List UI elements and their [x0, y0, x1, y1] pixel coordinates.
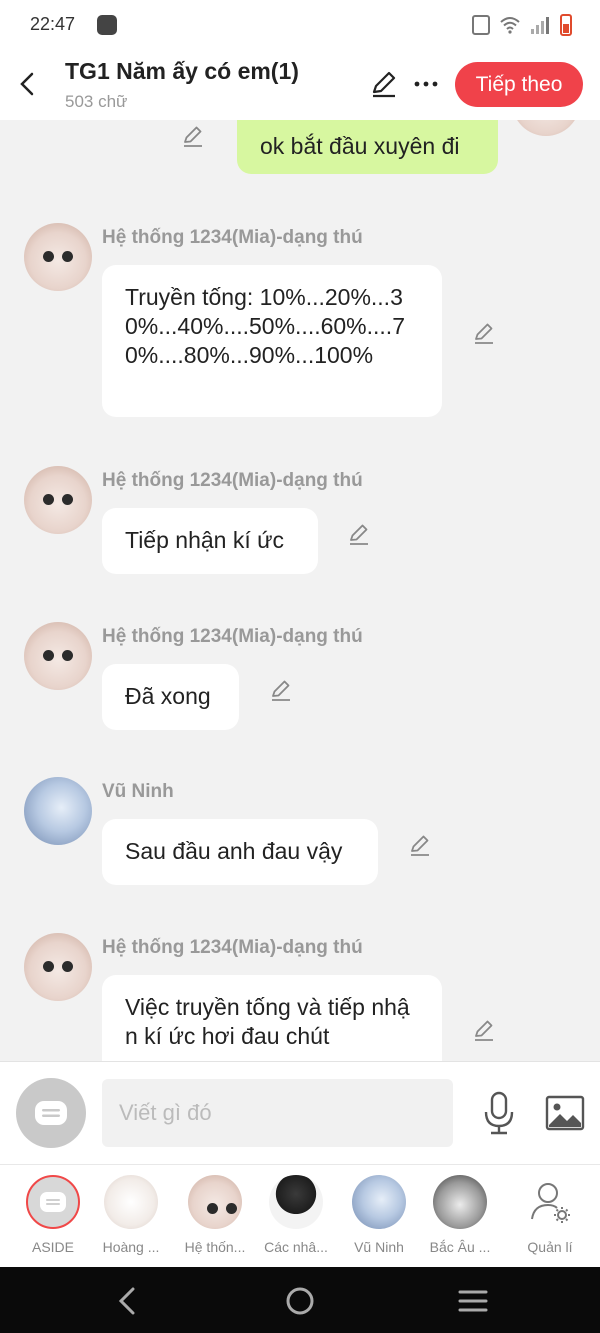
nav-home-button[interactable]: [280, 1281, 320, 1321]
image-upload-button[interactable]: [545, 1094, 585, 1132]
microphone-icon: [484, 1091, 514, 1135]
composer: [0, 1061, 600, 1164]
system-nav-bar: [0, 1267, 600, 1333]
message-bubble[interactable]: Đã xong: [102, 664, 239, 730]
word-count: 503 chữ: [65, 92, 128, 111]
edit-message-button[interactable]: [268, 677, 294, 703]
character-avatar: [269, 1175, 323, 1229]
character-item[interactable]: Hoàng ...: [93, 1175, 169, 1265]
edit-title-button[interactable]: [368, 68, 400, 100]
character-item[interactable]: Vũ Ninh: [341, 1175, 417, 1265]
next-button[interactable]: Tiếp theo: [455, 62, 583, 107]
message-input[interactable]: [102, 1079, 453, 1147]
menu-icon: [458, 1290, 488, 1312]
edit-message-button[interactable]: [180, 123, 206, 149]
chat-bubble-icon: [35, 1101, 67, 1125]
character-label: Hoàng ...: [102, 1239, 160, 1255]
image-icon: [545, 1095, 585, 1131]
user-settings-icon: [531, 1183, 570, 1223]
character-label: Vũ Ninh: [354, 1239, 404, 1255]
message-bubble[interactable]: Việc truyền tống và tiếp nhận kí ức hơi …: [102, 975, 442, 1061]
character-label: Các nhâ...: [264, 1239, 328, 1255]
pencil-icon: [475, 323, 493, 344]
character-label: Quản lí: [527, 1239, 573, 1255]
sender-name: Vũ Ninh: [102, 781, 174, 802]
pencil-icon: [350, 524, 368, 545]
character-label: Bắc Âu ...: [429, 1239, 491, 1255]
edit-message-button[interactable]: [471, 320, 497, 346]
message-bubble[interactable]: ok bắt đầu xuyên đi: [237, 120, 498, 174]
wifi-icon: [500, 17, 520, 34]
more-options-button[interactable]: [410, 68, 442, 100]
character-item[interactable]: Hệ thốn...: [177, 1175, 253, 1265]
character-label: ASIDE: [31, 1239, 74, 1255]
message-bubble[interactable]: Truyền tống: 10%...20%...30%...40%....50…: [102, 265, 442, 417]
sender-name: Hệ thống 1234(Mia)-dạng thú: [102, 470, 363, 491]
character-item[interactable]: Các nhâ...: [258, 1175, 334, 1265]
nav-menu-button[interactable]: [453, 1281, 493, 1321]
chat-header: TG1 Năm ấy có em(1) 503 chữ Tiếp theo: [0, 52, 600, 120]
pencil-icon: [272, 680, 290, 701]
user-avatar: [512, 120, 580, 136]
pencil-icon: [372, 71, 396, 98]
pencil-icon: [475, 1020, 493, 1041]
chevron-left-icon: [20, 72, 34, 96]
character-avatar: [104, 1175, 158, 1229]
status-bar: 22:47: [0, 0, 600, 52]
character-bar: ASIDE Hoàng ... Hệ thốn... Các nhâ... Vũ…: [0, 1164, 600, 1267]
battery-icon: [560, 14, 572, 36]
chat-messages: ok bắt đầu xuyên đi Hệ thống 1234(Mia)-d…: [0, 120, 600, 1061]
manage-avatar: [523, 1175, 577, 1229]
home-icon: [286, 1287, 314, 1315]
message-bubble[interactable]: Tiếp nhận kí ức: [102, 508, 318, 574]
chat-bubble-icon: [40, 1192, 66, 1212]
character-label: Hệ thốn...: [184, 1239, 246, 1255]
edit-message-button[interactable]: [471, 1017, 497, 1043]
back-button[interactable]: [10, 64, 44, 104]
aside-toggle-button[interactable]: [16, 1078, 86, 1148]
sender-avatar[interactable]: [24, 622, 92, 690]
sender-avatar[interactable]: [24, 223, 92, 291]
character-item[interactable]: Bắc Âu ...: [422, 1175, 498, 1265]
sender-avatar[interactable]: [24, 466, 92, 534]
edit-message-button[interactable]: [407, 832, 433, 858]
sender-avatar[interactable]: [24, 933, 92, 1001]
chat-title: TG1 Năm ấy có em(1): [65, 58, 299, 84]
pencil-icon: [411, 835, 429, 856]
sender-avatar[interactable]: [24, 777, 92, 845]
pencil-icon: [184, 126, 202, 147]
vibrate-icon: [472, 15, 490, 35]
message-bubble[interactable]: Sau đầu anh đau vậy: [102, 819, 378, 885]
signal-icon: [531, 17, 549, 34]
sender-name: Hệ thống 1234(Mia)-dạng thú: [102, 626, 363, 647]
sender-name: Hệ thống 1234(Mia)-dạng thú: [102, 937, 363, 958]
nav-back-button[interactable]: [107, 1281, 147, 1321]
character-avatar: [188, 1175, 242, 1229]
more-icon: [414, 81, 438, 87]
character-aside[interactable]: ASIDE: [15, 1175, 91, 1265]
manage-characters-button[interactable]: Quản lí: [512, 1175, 588, 1265]
character-avatar: [352, 1175, 406, 1229]
voice-input-button[interactable]: [480, 1090, 518, 1136]
character-avatar: [433, 1175, 487, 1229]
back-icon: [118, 1287, 135, 1315]
status-time: 22:47: [30, 14, 76, 34]
aside-avatar: [26, 1175, 80, 1229]
notification-app-icon: [97, 15, 117, 35]
status-icons: [472, 14, 572, 36]
edit-message-button[interactable]: [346, 521, 372, 547]
sender-name: Hệ thống 1234(Mia)-dạng thú: [102, 227, 363, 248]
